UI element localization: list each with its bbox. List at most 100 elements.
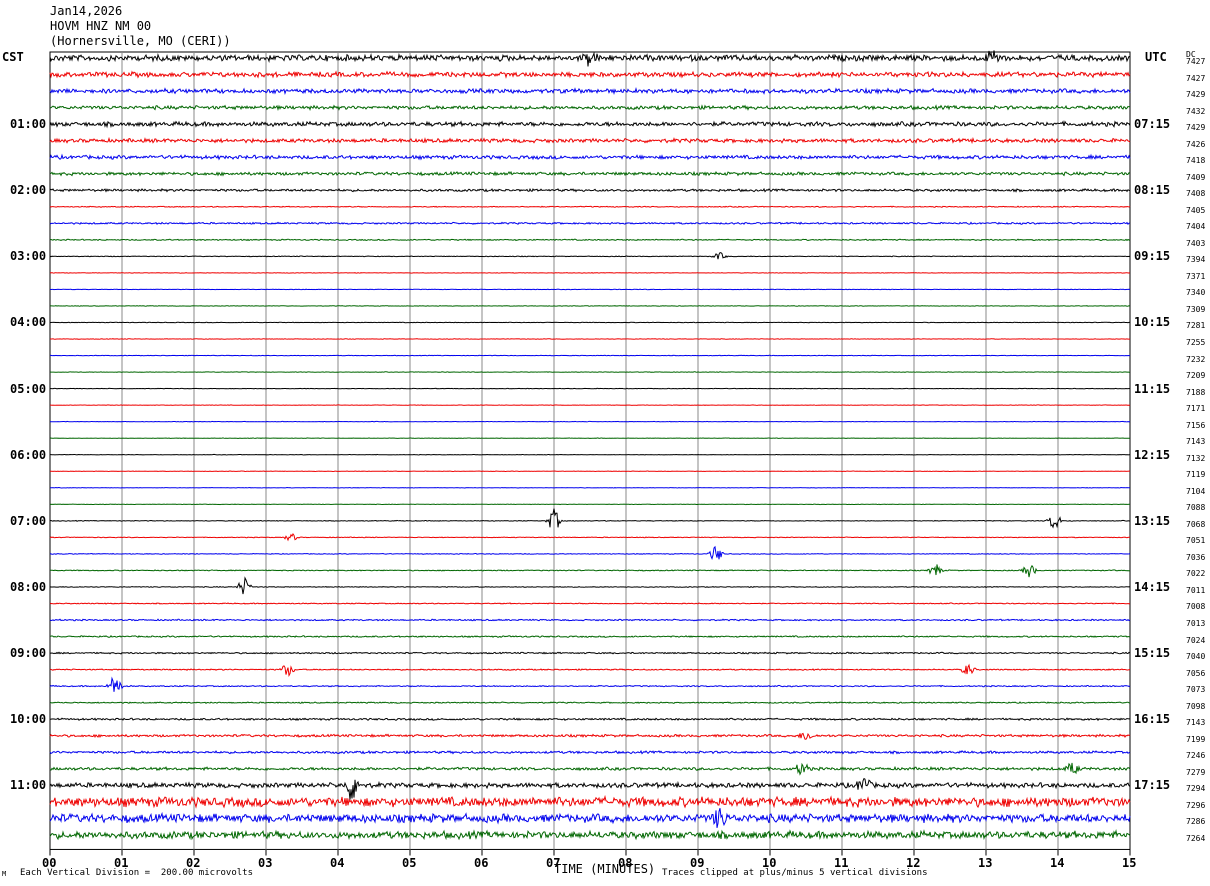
utc-hour-label: 11:15 [1134,381,1171,396]
dc-offset-label: 7429 [1186,90,1206,100]
seismic-trace [50,701,1131,704]
seismic-trace [49,508,1131,529]
seismic-trace [49,676,1131,692]
seismic-trace [49,651,1131,655]
scale-note: Each Vertical Division = 200.00 microvol… [20,868,253,878]
seismic-trace [49,371,1130,373]
dc-offset-label: 7426 [1186,139,1206,149]
seismic-trace [50,404,1131,406]
dc-offset-label: 7156 [1186,420,1206,430]
utc-hour-label: 15:15 [1134,646,1171,661]
seismic-trace [50,564,1131,578]
utc-hour-label: 07:15 [1134,117,1171,132]
seismic-trace [49,545,1131,560]
seismic-trace [49,618,1131,622]
x-tick-label: 03 [258,856,273,871]
dc-offset-label: 7008 [1186,602,1206,612]
dc-offset-label: 7011 [1186,585,1206,595]
x-tick-label: 14 [1050,856,1065,871]
x-tick-label: 13 [978,856,993,871]
dc-offset-label: 7427 [1186,57,1206,66]
seismic-trace [49,153,1131,161]
dc-offset-label: 7209 [1186,371,1206,381]
dc-offset-label: 7403 [1186,238,1206,248]
dc-offset-label: 7143 [1186,437,1206,447]
dc-offset-label: 7068 [1186,519,1206,529]
seismic-trace [49,272,1131,274]
dc-offset-label: 7098 [1186,701,1206,711]
seismic-trace [49,777,1131,800]
dc-offset-label: 7199 [1186,734,1206,744]
seismic-trace [49,486,1130,489]
dc-offset-label: 7232 [1186,354,1206,364]
dc-offset-label: 7056 [1186,668,1206,678]
dc-offset-label: 7404 [1186,222,1206,232]
x-tick-label: 05 [402,856,417,871]
seismic-trace [49,663,1131,677]
dc-offset-label: 7294 [1186,784,1206,794]
seismic-trace [49,762,1131,776]
seismic-trace [49,794,1131,809]
seismic-trace [49,635,1131,639]
seismic-trace [49,87,1131,95]
seismic-trace [49,321,1131,324]
seismic-trace [49,120,1131,129]
corner-mark: M [2,870,7,878]
dc-offset-label: 7040 [1186,652,1206,662]
seismic-trace [49,437,1131,440]
dc-offset-label: 7264 [1186,833,1206,843]
cst-hour-label: 07:00 [10,513,47,528]
seismic-trace [50,170,1131,177]
x-tick-label: 15 [1122,856,1137,871]
cst-hour-label: 03:00 [10,249,47,264]
dc-offset-label: 7418 [1186,156,1206,166]
seismic-trace [49,829,1131,841]
utc-hour-label: 09:15 [1134,249,1171,264]
dc-offset-label: 7309 [1186,304,1206,314]
cst-hour-label: 06:00 [10,447,47,462]
seismic-trace [50,338,1131,340]
dc-offset-label: 7429 [1186,123,1206,133]
utc-hour-label: 17:15 [1134,778,1171,793]
seismic-trace [49,602,1131,605]
cst-hour-label: 11:00 [10,778,47,793]
seismic-trace [49,717,1131,722]
dc-offset-label: 7104 [1186,486,1206,496]
dc-offset-label: 7088 [1186,503,1206,513]
dc-offset-label: 7024 [1186,635,1206,645]
dc-offset-label: 7119 [1186,470,1206,480]
seismic-trace [49,104,1131,112]
x-tick-label: 06 [474,856,489,871]
cst-hour-label: 10:00 [10,712,47,727]
dc-offset-label: 7246 [1186,751,1206,761]
dc-offset-label: 7432 [1186,106,1206,116]
seismic-trace [49,187,1131,193]
seismic-trace [49,221,1131,225]
dc-offset-label: 7013 [1186,619,1206,629]
seismic-trace [49,136,1131,145]
cst-hour-label: 05:00 [10,381,47,396]
dc-offset-label: 7405 [1186,205,1206,215]
dc-offset-label: 7036 [1186,552,1206,562]
seismic-trace [49,252,1131,260]
dc-offset-label: 7255 [1186,338,1206,347]
cst-hour-label: 02:00 [10,183,47,198]
seismic-trace [49,808,1131,829]
dc-offset-label: 7022 [1186,569,1206,579]
utc-hour-label: 10:15 [1134,315,1171,330]
seismic-trace [49,749,1131,755]
utc-hour-label: 14:15 [1134,579,1171,594]
plot-frame [49,51,1131,850]
dc-offset-label: 7188 [1186,387,1206,397]
dc-offset-label: 7296 [1186,800,1206,810]
helicorder-plot [49,50,1131,856]
seismic-trace [49,387,1131,390]
cst-hour-label: 01:00 [10,117,47,132]
dc-offset-label: 7171 [1186,404,1206,414]
dc-offset-label: 7279 [1186,767,1206,777]
dc-offset-label: 7409 [1186,172,1206,182]
dc-offset-label: 7281 [1186,321,1206,331]
dc-offset-label: 7073 [1186,685,1206,695]
clip-note: Traces clipped at plus/minus 5 vertical … [662,868,928,878]
cst-hour-label: 04:00 [10,315,47,330]
